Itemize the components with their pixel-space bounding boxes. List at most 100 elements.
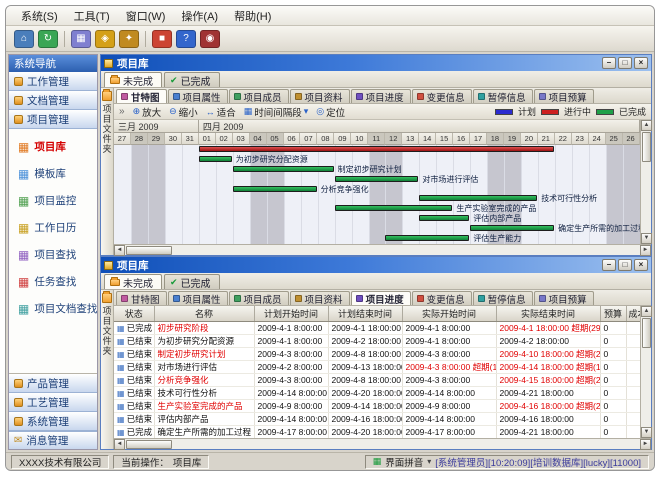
- scroll-right-icon[interactable]: ►: [640, 245, 651, 256]
- gantt-bar[interactable]: [199, 156, 232, 162]
- view-tab-members[interactable]: 项目成员: [229, 89, 289, 103]
- scroll-thumb[interactable]: [126, 246, 172, 255]
- gantt-bar[interactable]: [419, 195, 537, 201]
- view-tab-changes[interactable]: 变更信息: [412, 291, 472, 305]
- sidebar-item-project-doc-search[interactable]: ▦项目文档查找: [9, 295, 97, 322]
- maximize-button[interactable]: □: [618, 259, 632, 271]
- menu-item[interactable]: 系统(S): [14, 6, 65, 26]
- view-tab-properties[interactable]: 项目属性: [168, 89, 228, 103]
- column-header[interactable]: 实际开始时间: [402, 306, 496, 321]
- view-tab-gantt[interactable]: 甘特图: [116, 291, 167, 305]
- view-tab-materials[interactable]: 项目资料: [290, 291, 350, 305]
- view-tab-properties[interactable]: 项目属性: [168, 291, 228, 305]
- view-tab-pauses[interactable]: 暂停信息: [473, 291, 533, 305]
- sidebar-section-system-mgmt[interactable]: 系统管理: [9, 412, 97, 431]
- gantt-bar[interactable]: [385, 235, 469, 241]
- gantt-bar[interactable]: [233, 186, 317, 192]
- scroll-right-icon[interactable]: ►: [640, 439, 651, 450]
- vertical-scrollbar[interactable]: ▲▼: [640, 120, 651, 244]
- scroll-up-icon[interactable]: ▲: [641, 306, 652, 317]
- task-row[interactable]: ▦已结束分析竞争强化2009-4-3 8:00:002009-4-8 18:00…: [114, 373, 640, 386]
- task-row[interactable]: ▦已结束制定初步研究计划2009-4-3 8:00:002009-4-8 18:…: [114, 347, 640, 360]
- folder-tab-finished[interactable]: ✔已完成: [164, 274, 220, 289]
- sidebar-section-doc-mgmt[interactable]: 文档管理: [9, 91, 97, 110]
- menu-item[interactable]: 工具(T): [67, 6, 117, 26]
- maximize-button[interactable]: □: [618, 57, 632, 69]
- stop-icon[interactable]: ■: [152, 30, 172, 48]
- task-row[interactable]: ▦已结束技术可行性分析2009-4-14 8:00:002009-4-20 18…: [114, 386, 640, 399]
- ime-dropdown-icon[interactable]: ▾: [427, 457, 431, 466]
- sidebar-item-project-library[interactable]: ▦项目库: [9, 133, 97, 160]
- task-row[interactable]: ▦已结束评估内部产品2009-4-14 8:00:002009-4-16 18:…: [114, 412, 640, 425]
- vertical-tab[interactable]: 项目文件夹: [101, 88, 114, 255]
- sidebar-item-task-search[interactable]: ▦任务查找: [9, 268, 97, 295]
- sidebar-item-template-library[interactable]: ▦模板库: [9, 160, 97, 187]
- scroll-left-icon[interactable]: ◄: [114, 245, 125, 256]
- refresh-icon[interactable]: ↻: [38, 30, 58, 48]
- scroll-up-icon[interactable]: ▲: [641, 120, 652, 131]
- sidebar-header[interactable]: 系统导航: [9, 55, 97, 72]
- horizontal-scrollbar[interactable]: ◄►: [114, 438, 651, 449]
- view-tab-pauses[interactable]: 暂停信息: [473, 89, 533, 103]
- zoom-out-button[interactable]: ⊖缩小: [169, 105, 198, 119]
- view-tab-changes[interactable]: 变更信息: [412, 89, 472, 103]
- overflow-chevron-icon[interactable]: »: [119, 106, 125, 117]
- gantt-bar[interactable]: [335, 176, 419, 182]
- view-tab-progress[interactable]: 项目进度: [351, 89, 411, 103]
- help-icon[interactable]: ?: [176, 30, 196, 48]
- column-header[interactable]: 状态: [114, 306, 154, 321]
- scroll-thumb[interactable]: [642, 132, 651, 162]
- scroll-thumb[interactable]: [642, 318, 651, 348]
- key-icon[interactable]: ✦: [119, 30, 139, 48]
- scroll-thumb[interactable]: [126, 440, 172, 449]
- vertical-tab[interactable]: 项目文件夹: [101, 290, 114, 449]
- task-row[interactable]: ▦已完成确定生产所需的加工过程2009-4-17 8:00:002009-4-2…: [114, 425, 640, 438]
- view-tab-members[interactable]: 项目成员: [229, 291, 289, 305]
- locate-button[interactable]: ◎定位: [316, 105, 345, 119]
- task-row[interactable]: ▦已结束对市场进行评估2009-4-2 8:00:002009-4-13 18:…: [114, 360, 640, 373]
- column-header[interactable]: 名称: [154, 306, 254, 321]
- gantt-bar[interactable]: [419, 215, 469, 221]
- gantt-bar[interactable]: [199, 146, 554, 152]
- menu-item[interactable]: 操作(A): [174, 6, 225, 26]
- sidebar-section-project-mgmt[interactable]: 项目管理: [9, 110, 97, 129]
- view-tab-progress[interactable]: 项目进度: [351, 291, 411, 305]
- sidebar-section-product-mgmt[interactable]: 产品管理: [9, 374, 97, 393]
- window-titlebar[interactable]: 项目库–□×: [101, 55, 651, 71]
- task-row[interactable]: ▦已完成初步研究阶段2009-4-1 8:00:002009-4-1 18:00…: [114, 321, 640, 334]
- gantt-bar[interactable]: [335, 205, 453, 211]
- sidebar-item-project-search[interactable]: ▦项目查找: [9, 241, 97, 268]
- system-icon[interactable]: ⌂: [14, 30, 34, 48]
- view-tab-budget[interactable]: 项目预算: [534, 89, 594, 103]
- minimize-button[interactable]: –: [602, 57, 616, 69]
- ime-label[interactable]: 界面拼音: [385, 455, 423, 469]
- column-header[interactable]: 计划结束时间: [328, 306, 402, 321]
- window-titlebar[interactable]: 项目库–□×: [101, 257, 651, 273]
- menu-item[interactable]: 帮助(H): [227, 6, 278, 26]
- sidebar-item-project-monitor[interactable]: ▦项目监控: [9, 187, 97, 214]
- sidebar-section-process-mgmt[interactable]: 工艺管理: [9, 393, 97, 412]
- scroll-down-icon[interactable]: ▼: [641, 427, 652, 438]
- close-button[interactable]: ×: [634, 259, 648, 271]
- exit-icon[interactable]: ◉: [200, 30, 220, 48]
- zoom-in-button[interactable]: ⊕放大: [133, 105, 162, 119]
- column-header[interactable]: 计划开始时间: [254, 306, 328, 321]
- lock-icon[interactable]: ◈: [95, 30, 115, 48]
- windows-icon[interactable]: ▦: [71, 30, 91, 48]
- folder-tab-finished[interactable]: ✔已完成: [164, 72, 220, 87]
- scroll-left-icon[interactable]: ◄: [114, 439, 125, 450]
- column-header[interactable]: 预算: [600, 306, 626, 321]
- view-tab-budget[interactable]: 项目预算: [534, 291, 594, 305]
- folder-tab-unfinished[interactable]: 未完成: [104, 72, 162, 87]
- vertical-scrollbar[interactable]: ▲▼: [640, 306, 651, 438]
- sidebar-item-work-calendar[interactable]: ▦工作日历: [9, 214, 97, 241]
- gantt-bar[interactable]: [470, 225, 554, 231]
- gantt-bar[interactable]: [233, 166, 334, 172]
- folder-tab-unfinished[interactable]: 未完成: [104, 274, 162, 289]
- sidebar-section-work-mgmt[interactable]: 工作管理: [9, 72, 97, 91]
- column-header[interactable]: 成本: [626, 306, 640, 321]
- menu-item[interactable]: 窗口(W): [119, 6, 173, 26]
- view-tab-gantt[interactable]: 甘特图: [116, 89, 167, 103]
- fit-button[interactable]: ↔适合: [206, 105, 236, 119]
- ime-icon[interactable]: ▦: [373, 456, 382, 467]
